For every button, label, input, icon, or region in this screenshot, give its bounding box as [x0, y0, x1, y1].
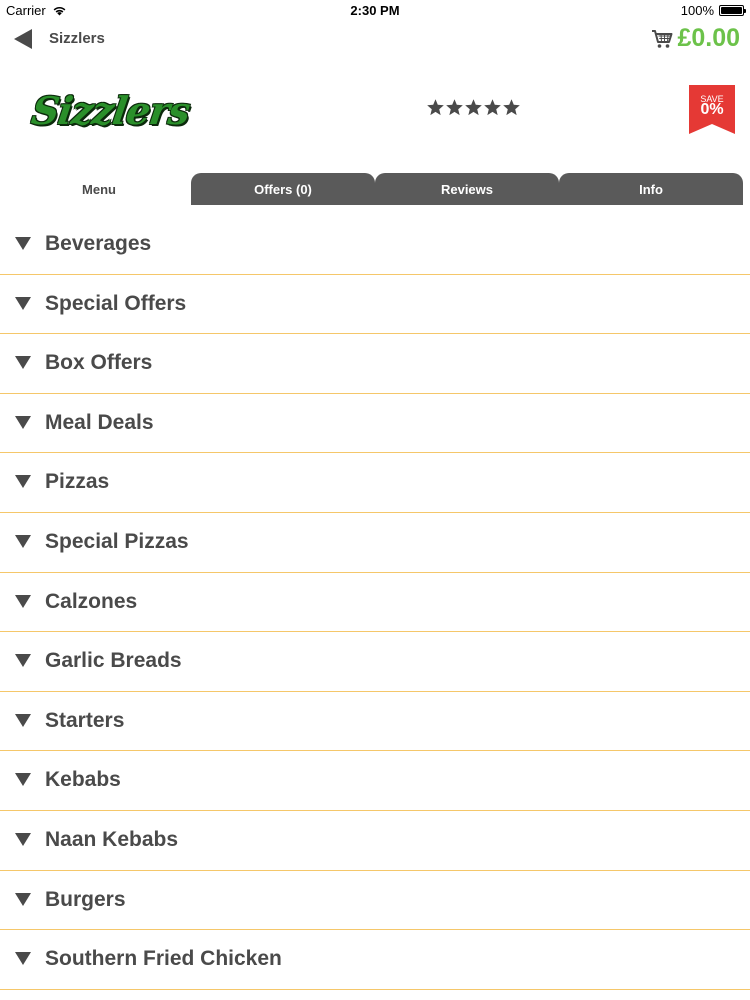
menu-category-label: Garlic Breads: [45, 649, 182, 673]
disclosure-triangle-icon: [15, 237, 31, 250]
menu-category-label: Special Offers: [45, 291, 187, 315]
back-button[interactable]: [14, 27, 36, 51]
menu-category-item[interactable]: Special Offers: [0, 275, 750, 335]
disclosure-triangle-icon: [15, 713, 31, 727]
star-icon: [484, 99, 501, 116]
star-rating: [426, 98, 521, 117]
cart-total: £0.00: [677, 24, 740, 52]
disclosure-triangle-icon: [15, 892, 31, 906]
shopping-cart-icon: [652, 29, 673, 48]
restaurant-logo: Sizzlers: [28, 88, 193, 133]
menu-category-label: Starters: [45, 708, 125, 732]
battery-percent: 100%: [680, 3, 714, 18]
battery-icon: [719, 5, 746, 16]
menu-category-label: Beverages: [45, 232, 152, 255]
menu-category-label: Box Offers: [45, 351, 153, 375]
menu-category-item[interactable]: Special Pizzas: [0, 513, 750, 573]
disclosure-triangle-icon: [15, 773, 31, 787]
menu-category-label: Kebabs: [45, 768, 121, 792]
status-bar: Carrier 2:30 PM 100%: [0, 0, 750, 22]
menu-category-item[interactable]: Naan Kebabs: [0, 811, 750, 871]
battery-fill: [721, 7, 742, 14]
star-icon: [503, 99, 520, 116]
menu-category-label: Special Pizzas: [45, 529, 189, 553]
menu-category-item[interactable]: Calzones: [0, 573, 750, 633]
disclosure-triangle-icon: [15, 415, 31, 429]
menu-category-label: Naan Kebabs: [45, 827, 179, 851]
disclosure-triangle-icon: [15, 296, 31, 310]
menu-category-list: Beverages Special Offers Box Offers Meal De…: [0, 215, 750, 990]
menu-category-label: Calzones: [45, 589, 138, 613]
menu-category-label: Southern Fried Chicken: [45, 947, 282, 971]
disclosure-triangle-icon: [15, 475, 31, 489]
star-icon: [446, 99, 463, 116]
disclosure-triangle-icon: [15, 534, 31, 548]
menu-category-label: Pizzas: [45, 470, 110, 494]
menu-category-item[interactable]: Garlic Breads: [0, 632, 750, 692]
menu-category-label: Meal Deals: [45, 410, 154, 434]
disclosure-triangle-icon: [15, 952, 31, 966]
tab-bar: Menu Offers (0) Reviews Info: [7, 173, 743, 205]
cart-button[interactable]: £0.00: [651, 24, 740, 53]
menu-category-item[interactable]: Southern Fried Chicken: [0, 930, 750, 990]
back-arrow-icon: [14, 29, 32, 49]
save-value: 0%: [700, 101, 724, 118]
star-icon: [465, 99, 482, 116]
page-title: Sizzlers: [49, 30, 105, 47]
menu-category-item[interactable]: Beverages: [0, 215, 750, 275]
disclosure-triangle-icon: [15, 654, 31, 668]
menu-category-item[interactable]: Starters: [0, 692, 750, 752]
status-time: 2:30 PM: [350, 3, 400, 18]
menu-category-item[interactable]: Burgers: [0, 871, 750, 931]
nav-bar: Sizzlers £0.00: [0, 22, 750, 56]
disclosure-triangle-icon: [15, 832, 31, 846]
disclosure-triangle-icon: [15, 594, 31, 608]
menu-category-item[interactable]: Meal Deals: [0, 394, 750, 454]
status-right: 100%: [680, 3, 746, 18]
menu-category-item[interactable]: Kebabs: [0, 751, 750, 811]
tab-info[interactable]: Info: [559, 173, 743, 205]
menu-category-item[interactable]: Pizzas: [0, 453, 750, 513]
save-badge: SAVE 0%: [689, 85, 735, 134]
tab-offers-0[interactable]: Offers (0): [191, 173, 375, 205]
tab-reviews[interactable]: Reviews: [375, 173, 559, 205]
star-icon: [427, 99, 444, 116]
tab-menu[interactable]: Menu: [7, 173, 191, 205]
menu-category-item[interactable]: Box Offers: [0, 334, 750, 394]
disclosure-triangle-icon: [15, 356, 31, 370]
menu-category-label: Burgers: [45, 887, 126, 911]
restaurant-header: Sizzlers SAVE 0%: [0, 70, 750, 160]
